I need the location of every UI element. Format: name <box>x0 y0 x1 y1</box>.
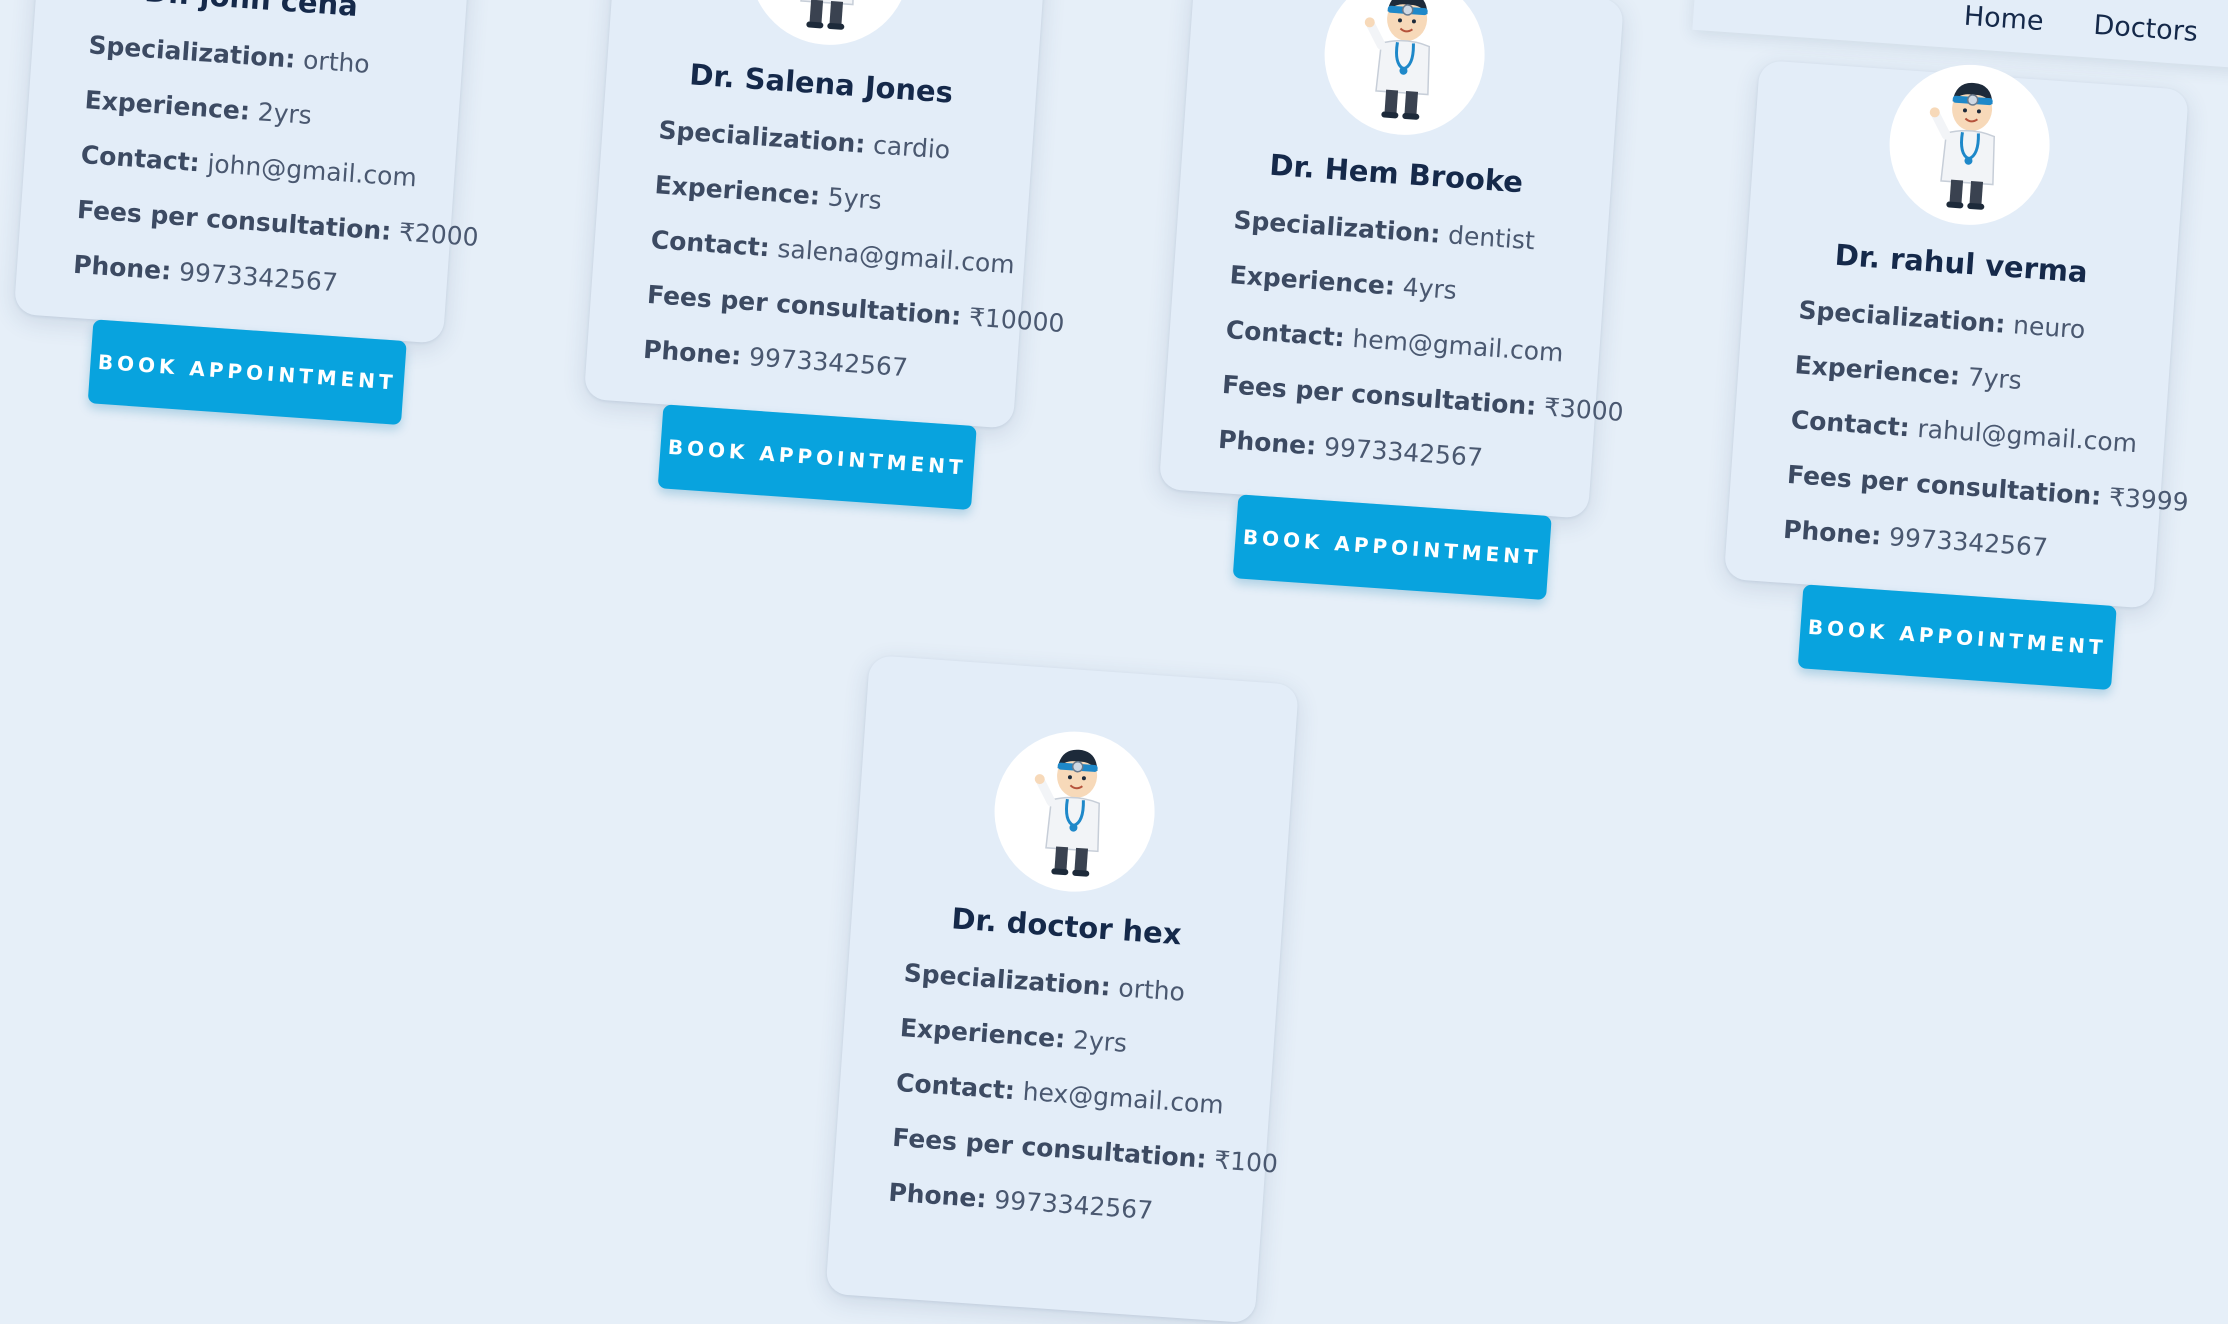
doctor-illustration-icon <box>800 0 855 30</box>
doctor-name: Dr. Salena Jones <box>688 57 955 110</box>
experience-value: 2yrs <box>1072 1025 1128 1058</box>
doctor-name: Dr. doctor hex <box>950 901 1183 952</box>
doctor-illustration-icon <box>1364 0 1430 120</box>
doctor-name: Dr. john cena <box>36 0 467 30</box>
doctor-card: Dr. rahul verma Specialization: neuro Ex… <box>1723 59 2190 691</box>
doctor-avatar <box>744 0 915 51</box>
phone-label: Phone: <box>642 334 743 371</box>
experience-value: 5yrs <box>826 182 883 216</box>
doctor-card: Dr. Hem Brooke Specialization: dentist E… <box>1158 0 1625 601</box>
doctors-page: Home Doctors Dr. john cena Specializatio… <box>0 0 2228 1324</box>
specialization-label: Specialization: <box>1232 205 1442 249</box>
doctor-illustration-icon <box>1034 749 1100 877</box>
fees-value: ₹2000 <box>398 217 480 252</box>
fees-value: ₹10000 <box>968 302 1066 339</box>
phone-label: Phone: <box>1782 514 1883 551</box>
phone-label: Phone: <box>887 1177 988 1214</box>
experience-value: 4yrs <box>1401 272 1458 306</box>
book-appointment-button[interactable]: BOOK APPOINTMENT <box>1232 494 1552 601</box>
book-appointment-button[interactable]: BOOK APPOINTMENT <box>1797 584 2117 691</box>
nav-home-link[interactable]: Home <box>1963 1 2045 37</box>
experience-value: 2yrs <box>256 97 313 131</box>
specialization-label: Specialization: <box>902 958 1112 1002</box>
specialization-label: Specialization: <box>657 115 867 159</box>
fees-value: ₹3000 <box>1543 392 1625 427</box>
doctor-avatar <box>989 726 1160 898</box>
doctor-card: Dr. john cena Specialization: ortho Expe… <box>13 0 480 426</box>
fees-value: ₹3999 <box>2108 482 2190 517</box>
experience-value: 7yrs <box>1966 362 2023 396</box>
doctor-card: Dr. Salena Jones Specialization: cardio … <box>583 0 1065 511</box>
doctor-avatar <box>1884 59 2055 231</box>
specialization-label: Specialization: <box>87 30 297 74</box>
phone-label: Phone: <box>72 249 173 286</box>
specialization-value: cardio <box>872 130 952 165</box>
specialization-value: ortho <box>1117 973 1186 1007</box>
nav-doctors-link[interactable]: Doctors <box>2093 10 2199 48</box>
doctor-avatar <box>1319 0 1490 141</box>
doctor-name: Dr. rahul verma <box>1833 237 2089 290</box>
book-appointment-button[interactable]: BOOK APPOINTMENT <box>87 319 407 426</box>
fees-value: ₹100 <box>1213 1145 1279 1179</box>
specialization-value: neuro <box>2012 310 2087 345</box>
doctor-card: Dr. doctor hex Specialization: ortho Exp… <box>825 655 1299 1324</box>
doctor-illustration-icon <box>1929 82 1995 210</box>
specialization-value: dentist <box>1447 220 1536 256</box>
doctor-name: Dr. Hem Brooke <box>1268 147 1525 200</box>
specialization-label: Specialization: <box>1797 295 2007 339</box>
phone-label: Phone: <box>1217 424 1318 461</box>
book-appointment-button[interactable]: BOOK APPOINTMENT <box>657 404 977 511</box>
specialization-value: ortho <box>302 45 371 79</box>
